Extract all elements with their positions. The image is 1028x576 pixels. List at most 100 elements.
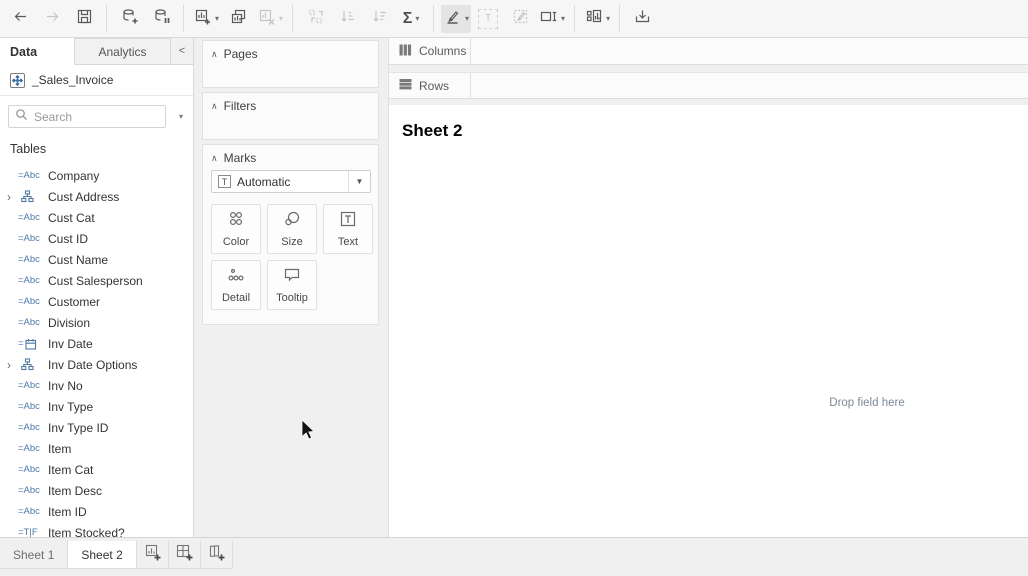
new-worksheet-tab-button[interactable] [137,541,169,568]
columns-shelf[interactable]: Columns [389,38,1028,65]
field-name: Inv Type [48,400,93,414]
field-row[interactable]: =T|F = Item Stocked? [0,522,192,537]
mark-type-caret-icon[interactable]: ▼ [348,171,370,192]
expander-icon[interactable] [7,191,18,203]
save-button[interactable] [69,5,99,33]
datasource-name: _Sales_Invoice [32,73,113,87]
collapse-panel-button[interactable]: < [171,38,193,65]
field-row[interactable]: =Abc = Division [0,312,192,333]
toolbar-separator [183,5,184,32]
fit-button[interactable]: ▾ [537,5,567,33]
pause-auto-updates-button[interactable] [146,5,176,33]
size-icon [282,210,302,233]
field-type-text-icon: =Abc [18,485,48,496]
expander-icon[interactable] [7,359,18,371]
text-button[interactable]: Text [323,204,373,254]
field-row[interactable]: = = Inv Date [0,333,192,354]
field-row[interactable]: = Cust Address [0,186,192,207]
field-name: Item ID [48,505,87,519]
new-data-source-button[interactable] [114,5,144,33]
field-row[interactable]: =Abc = Item Cat [0,459,192,480]
swap-rows-columns-button[interactable] [300,5,330,33]
field-row[interactable]: =Abc = Inv Type [0,396,192,417]
panel-tabs: Data Analytics < [0,38,193,65]
detail-button[interactable]: Detail [211,260,261,310]
collapse-chevron-icon[interactable]: ∧ [211,153,218,164]
filters-label: Filters [224,99,257,113]
field-type-text-icon: =Abc [18,401,48,412]
totals-button[interactable]: Σ▾ [396,5,426,33]
filters-shelf[interactable]: ∧ Filters [202,92,379,140]
dropdown-caret-icon: ▾ [279,14,283,23]
show-me-button[interactable]: ▾ [582,5,612,33]
sheet-area[interactable]: Sheet 2 Drop field here [389,105,1028,537]
field-row[interactable]: =Abc = Cust Salesperson [0,270,192,291]
collapse-chevron-icon[interactable]: ∧ [211,101,218,112]
dropdown-caret-icon: ▾ [606,14,610,23]
field-row[interactable]: =Abc = Item ID [0,501,192,522]
size-button[interactable]: Size [267,204,317,254]
datasource-row[interactable]: _Sales_Invoice [0,65,193,96]
field-row[interactable]: =Abc = Cust Name [0,249,192,270]
field-row[interactable]: =Abc = Item Desc [0,480,192,501]
field-row[interactable]: =Abc = Inv No [0,375,192,396]
search-input-box[interactable] [8,105,166,128]
dropdown-caret-icon: ▾ [465,14,469,23]
field-type-text-icon: =Abc [18,212,48,223]
color-button[interactable]: Color [211,204,261,254]
undo-button[interactable] [5,5,35,33]
search-options-caret-icon[interactable]: ▾ [179,112,183,121]
field-row[interactable]: =Abc = Cust Cat [0,207,192,228]
duplicate-button[interactable] [223,5,253,33]
tab-analytics[interactable]: Analytics [74,38,171,65]
field-row[interactable]: =Abc = Cust ID [0,228,192,249]
detail-label: Detail [222,292,250,304]
redo-button[interactable] [37,5,67,33]
new-dashboard-tab-button[interactable] [169,541,201,568]
dropdown-caret-icon: ▾ [215,14,219,23]
sort-ascending-button[interactable] [332,5,362,33]
field-row[interactable]: =Abc = Company [0,165,192,186]
pages-shelf[interactable]: ∧ Pages [202,40,379,88]
sort-descending-button[interactable] [364,5,394,33]
field-row[interactable]: =Abc = Item [0,438,192,459]
field-row[interactable]: =Abc = Customer [0,291,192,312]
field-row[interactable]: =Abc = Inv Type ID [0,417,192,438]
rows-icon [399,78,412,93]
mark-type-value: Automatic [237,175,348,189]
field-name: Cust Address [48,190,119,204]
new-worksheet-button[interactable]: ▾ [191,5,221,33]
duplicate-icon [229,7,248,31]
tab-data[interactable]: Data [0,38,74,65]
field-name: Item [48,442,71,456]
rows-shelf[interactable]: Rows [389,72,1028,99]
fields-list: =Abc = Company = Cust Address =Abc = Cus… [0,165,192,537]
highlight-button[interactable]: ▾ [441,5,471,33]
totals-sigma-icon: Σ [403,11,413,27]
search-icon [15,108,28,126]
show-mark-labels-button[interactable]: T [473,5,503,33]
tooltip-button[interactable]: Tooltip [267,260,317,310]
tab-sheet-2[interactable]: Sheet 2 [68,541,136,568]
collapse-chevron-icon[interactable]: ∧ [211,49,218,60]
new-worksheet-icon [193,7,212,31]
field-row[interactable]: = Inv Date Options [0,354,192,375]
search-input[interactable] [34,110,134,124]
mark-type-dropdown[interactable]: T Automatic ▼ [211,170,371,193]
toolbar-separator [574,5,575,32]
format-workbook-button[interactable] [505,5,535,33]
download-button[interactable] [627,5,657,33]
tab-sheet-1[interactable]: Sheet 1 [0,541,68,568]
new-story-tab-button[interactable] [201,541,233,568]
field-name: Inv Date Options [48,358,137,372]
mark-type-t-icon: T [218,175,231,188]
tooltip-icon [282,266,302,289]
columns-icon [399,44,412,59]
field-type-text-icon: =Abc [18,170,48,181]
clear-sheet-button[interactable]: ▾ [255,5,285,33]
data-panel: Data Analytics < _Sales_Invoice ▾ Tables… [0,38,194,537]
pages-label: Pages [224,47,258,61]
field-type-text-icon: =Abc [18,254,48,265]
tooltip-label: Tooltip [276,292,308,304]
pause-auto-updates-icon [152,7,171,31]
